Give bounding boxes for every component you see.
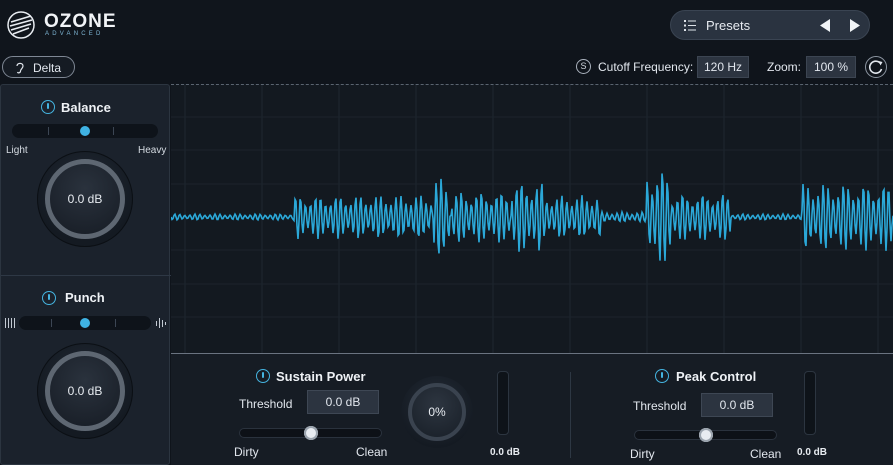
balance-knob-value: 0.0 dB: [67, 192, 103, 206]
punch-title: Punch: [65, 290, 105, 305]
zoom-label: Zoom:: [767, 60, 802, 74]
soft-transient-icon: [5, 318, 15, 328]
peak-dirty-clean-slider[interactable]: [634, 428, 777, 442]
peak-slider-handle[interactable]: [699, 428, 713, 442]
punch-slider-handle[interactable]: [80, 318, 90, 328]
panel-divider: [570, 372, 571, 458]
punch-knob-value: 0.0 dB: [67, 384, 103, 398]
punch-slider[interactable]: [19, 316, 151, 330]
presets-bar[interactable]: Presets: [670, 10, 870, 40]
ozone-logo-icon: [7, 11, 35, 39]
zoom-reset-button[interactable]: [865, 56, 887, 78]
solo-s-icon[interactable]: S: [576, 59, 591, 74]
balance-slider-handle[interactable]: [80, 126, 90, 136]
hard-transient-icon: [156, 318, 166, 328]
sustain-power-power-icon[interactable]: [256, 369, 270, 383]
balance-knob[interactable]: 0.0 dB: [37, 151, 133, 247]
sustain-dirty-clean-slider[interactable]: [239, 426, 382, 440]
cutoff-frequency-field[interactable]: 120 Hz: [697, 56, 749, 78]
waveform-display[interactable]: [171, 84, 893, 354]
punch-power-icon[interactable]: [42, 291, 56, 305]
peak-meter-value: 0.0 dB: [797, 447, 828, 458]
peak-threshold-field[interactable]: 0.0 dB: [701, 393, 773, 417]
sustain-amount-value: 0%: [428, 405, 446, 419]
previous-preset-icon[interactable]: [819, 19, 831, 32]
refresh-icon: [869, 60, 883, 74]
peak-clean-label: Clean: [750, 447, 782, 461]
peak-control-power-icon[interactable]: [655, 369, 669, 383]
delta-label[interactable]: Delta: [33, 61, 61, 75]
logo-subtext: ADVANCED: [45, 31, 104, 37]
punch-knob[interactable]: 0.0 dB: [37, 343, 133, 439]
next-preset-icon[interactable]: [849, 19, 861, 32]
section-divider: [1, 275, 171, 276]
transient-waveform: [171, 84, 893, 354]
peak-meter: [804, 371, 816, 435]
sustain-meter-value: 0.0 dB: [490, 447, 521, 458]
list-icon: [684, 20, 696, 31]
balance-power-icon[interactable]: [41, 100, 55, 114]
balance-title: Balance: [61, 100, 111, 115]
peak-control-title: Peak Control: [676, 369, 757, 384]
sustain-amount-knob[interactable]: 0%: [401, 376, 473, 448]
balance-slider[interactable]: [12, 124, 158, 138]
ozone-logo: OZONE ADVANCED: [6, 8, 126, 42]
sustain-threshold-label: Threshold: [239, 397, 293, 411]
sustain-dirty-label: Dirty: [234, 445, 259, 459]
presets-label[interactable]: Presets: [706, 18, 750, 33]
sustain-slider-handle[interactable]: [304, 426, 318, 440]
left-controls-panel: Balance Light Heavy 0.0 dB Punch 0.0 dB: [0, 84, 171, 465]
delta-button[interactable]: Delta: [2, 56, 75, 78]
sustain-threshold-field[interactable]: 0.0 dB: [307, 390, 379, 414]
sustain-meter: [497, 371, 509, 435]
balance-light-label: Light: [6, 145, 28, 156]
peak-threshold-label: Threshold: [633, 399, 687, 413]
waveform-line: [171, 173, 893, 261]
cutoff-frequency-label: Cutoff Frequency:: [598, 60, 694, 74]
logo-text: OZONE: [44, 11, 117, 32]
peak-dirty-label: Dirty: [630, 447, 655, 461]
sustain-power-title: Sustain Power: [276, 369, 366, 384]
waveform-top-boundary: [171, 84, 893, 85]
header: OZONE ADVANCED Presets: [0, 0, 893, 50]
zoom-field[interactable]: 100 %: [806, 56, 856, 78]
sustain-clean-label: Clean: [356, 445, 388, 459]
balance-heavy-label: Heavy: [138, 145, 167, 156]
ear-icon: [16, 62, 24, 74]
